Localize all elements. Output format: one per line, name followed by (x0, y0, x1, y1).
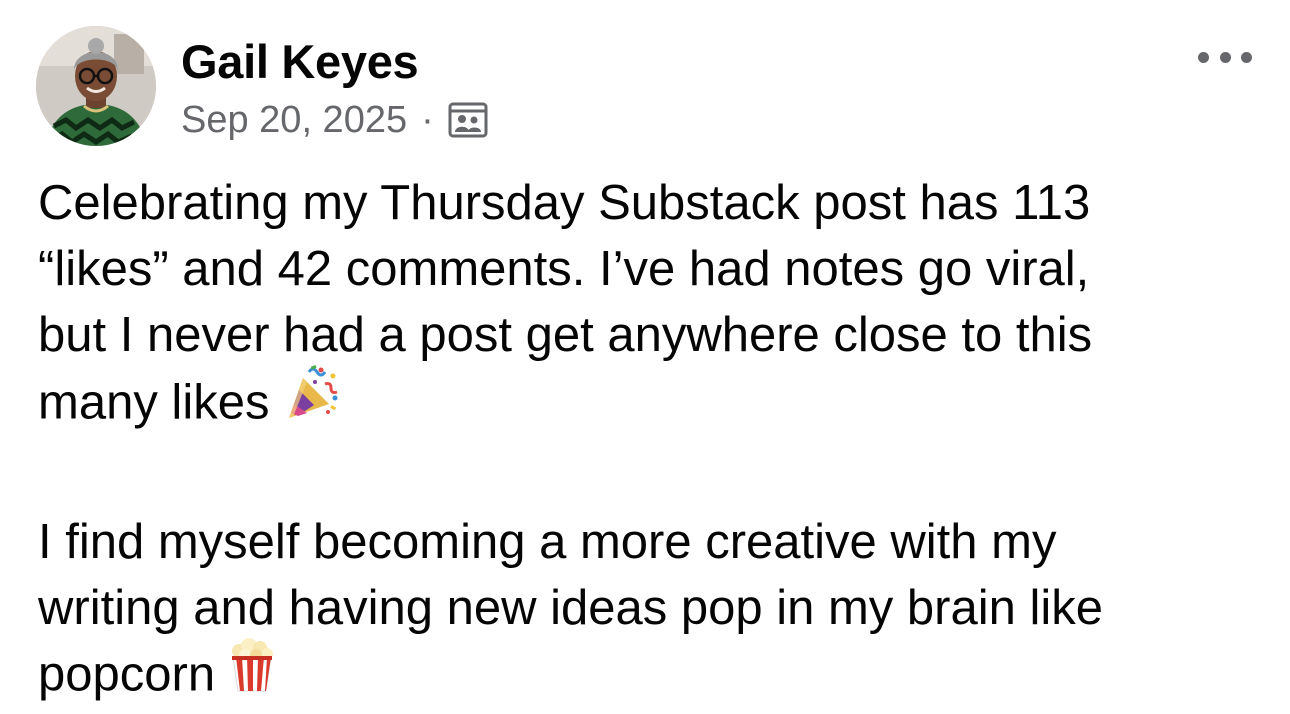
more-options-button[interactable] (1198, 40, 1252, 74)
post-line: writing and having new ideas pop in my b… (38, 581, 1103, 635)
popcorn-emoji (227, 637, 277, 710)
more-horizontal-icon-dot (1198, 51, 1209, 63)
post-meta: Sep 20, 2025 · (181, 96, 488, 144)
post-card: Gail Keyes Sep 20, 2025 · Celebrating my… (0, 0, 1290, 710)
meta-separator: · (421, 99, 434, 141)
audience-icon[interactable] (448, 102, 488, 138)
more-horizontal-icon-dot (1241, 51, 1252, 63)
more-horizontal-icon-dot (1219, 51, 1231, 63)
post-line: popcorn (38, 647, 216, 702)
avatar-photo (36, 26, 156, 146)
party-popper-emoji (281, 364, 341, 439)
post-line: I find myself becoming a more creative w… (38, 515, 1057, 569)
post-line: “likes” and 42 comments. I’ve had notes … (38, 242, 1090, 296)
avatar[interactable] (36, 26, 156, 146)
post-date[interactable]: Sep 20, 2025 (181, 96, 407, 144)
post-line: many likes (38, 375, 270, 430)
post-line: but I never had a post get anywhere clos… (38, 308, 1093, 362)
author-name[interactable]: Gail Keyes (181, 34, 419, 90)
post-text: Celebrating my Thursday Substack post ha… (38, 170, 1268, 714)
post-paragraph-2: I find myself becoming a more creative w… (38, 509, 1268, 714)
post-paragraph-1: Celebrating my Thursday Substack post ha… (38, 170, 1268, 443)
post-line: Celebrating my Thursday Substack post ha… (38, 176, 1091, 230)
